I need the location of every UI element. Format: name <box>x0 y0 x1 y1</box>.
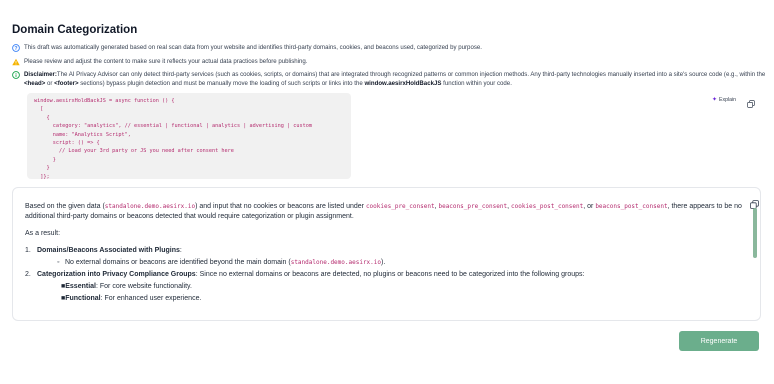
info-note-text: This draft was automatically generated b… <box>24 44 482 51</box>
ai-response-panel[interactable]: Based on the given data (standalone.demo… <box>12 187 761 321</box>
warning-note-text: Please review and adjust the content to … <box>24 58 308 65</box>
text: : For core website functionality. <box>95 283 192 290</box>
disclaimer-part: function within your code. <box>441 79 512 87</box>
list-item: 1. Domains/Beacons Associated with Plugin… <box>25 246 745 256</box>
key-code: cookies_pre_consent <box>365 203 435 210</box>
svg-text:?: ? <box>14 46 17 52</box>
disclaimer-footer-tag: <footer> <box>54 79 79 87</box>
help-circle-icon: ? <box>12 44 20 52</box>
ai-response-content: Based on the given data (standalone.demo… <box>25 202 745 306</box>
info-note: ? This draft was automatically generated… <box>12 44 482 53</box>
disclaimer-part: sections) bypass plugin detection and mu… <box>78 79 365 87</box>
text: ). <box>381 259 386 266</box>
sub-list-item: ■Functional: For enhanced user experienc… <box>61 294 745 304</box>
disclaimer-part: or <box>45 79 55 87</box>
domain-code: standalone.demo.aesirx.io <box>290 259 382 266</box>
text: : <box>179 247 182 254</box>
disclaimer-text: Disclaimer:The AI Privacy Advisor can on… <box>24 71 767 88</box>
response-as-result: As a result: <box>25 230 61 237</box>
bullet-icon: ◦ <box>57 259 60 266</box>
text: Based on the given data ( <box>25 203 105 210</box>
list-item-title: Domains/Beacons Associated with Plugins <box>37 247 180 254</box>
warning-note: Please review and adjust the content to … <box>12 58 308 67</box>
list-item-title: Categorization into Privacy Compliance G… <box>37 271 196 278</box>
disclaimer-note: Disclaimer:The AI Privacy Advisor can on… <box>12 71 767 88</box>
disclaimer-part: The AI Privacy Advisor can only detect t… <box>56 71 766 78</box>
key-code: beacons_pre_consent <box>438 203 508 210</box>
text: No external domains or beacons are ident… <box>65 259 291 266</box>
key-code: cookies_post_consent <box>511 203 584 210</box>
disclaimer-function-name: window.aesirxHoldBackJS <box>364 79 442 87</box>
list-number: 2. <box>25 271 31 278</box>
explain-label: Explain <box>719 96 737 103</box>
copy-icon[interactable] <box>747 95 755 108</box>
disclaimer-head-tag: <head> <box>24 79 46 87</box>
copy-icon[interactable] <box>750 196 759 209</box>
sub-list-item: ◦ No external domains or beacons are iden… <box>57 258 745 268</box>
text: ) and input that no cookies or beacons a… <box>195 203 366 210</box>
list-number: 1. <box>25 247 31 254</box>
explain-button[interactable]: ✦ Explain <box>712 96 737 104</box>
scrollbar-thumb[interactable] <box>753 208 757 258</box>
group-title: Essential <box>65 283 96 290</box>
disclaimer-label: Disclaimer: <box>24 71 57 78</box>
info-circle-icon <box>12 71 20 79</box>
domain-code: standalone.demo.aesirx.io <box>104 203 196 210</box>
warning-triangle-icon <box>12 58 20 66</box>
regenerate-button[interactable]: Regenerate <box>679 331 759 351</box>
response-intro: Based on the given data (standalone.demo… <box>25 202 745 222</box>
text: : For enhanced user experience. <box>100 295 202 302</box>
text: : Since no external domains or beacons a… <box>195 271 585 278</box>
sparkle-icon: ✦ <box>712 97 718 103</box>
code-snippet: window.aesirxHoldBackJS = async function… <box>34 98 312 180</box>
sub-list-item: ■Essential: For core website functionali… <box>61 282 745 292</box>
code-snippet-box: window.aesirxHoldBackJS = async function… <box>27 93 351 180</box>
response-list: 1. Domains/Beacons Associated with Plugin… <box>25 246 745 304</box>
key-code: beacons_post_consent <box>595 203 668 210</box>
text: , or <box>583 203 596 210</box>
page-title: Domain Categorization <box>12 24 138 36</box>
list-item: 2. Categorization into Privacy Compliance… <box>25 270 745 280</box>
group-title: Functional <box>65 295 101 302</box>
